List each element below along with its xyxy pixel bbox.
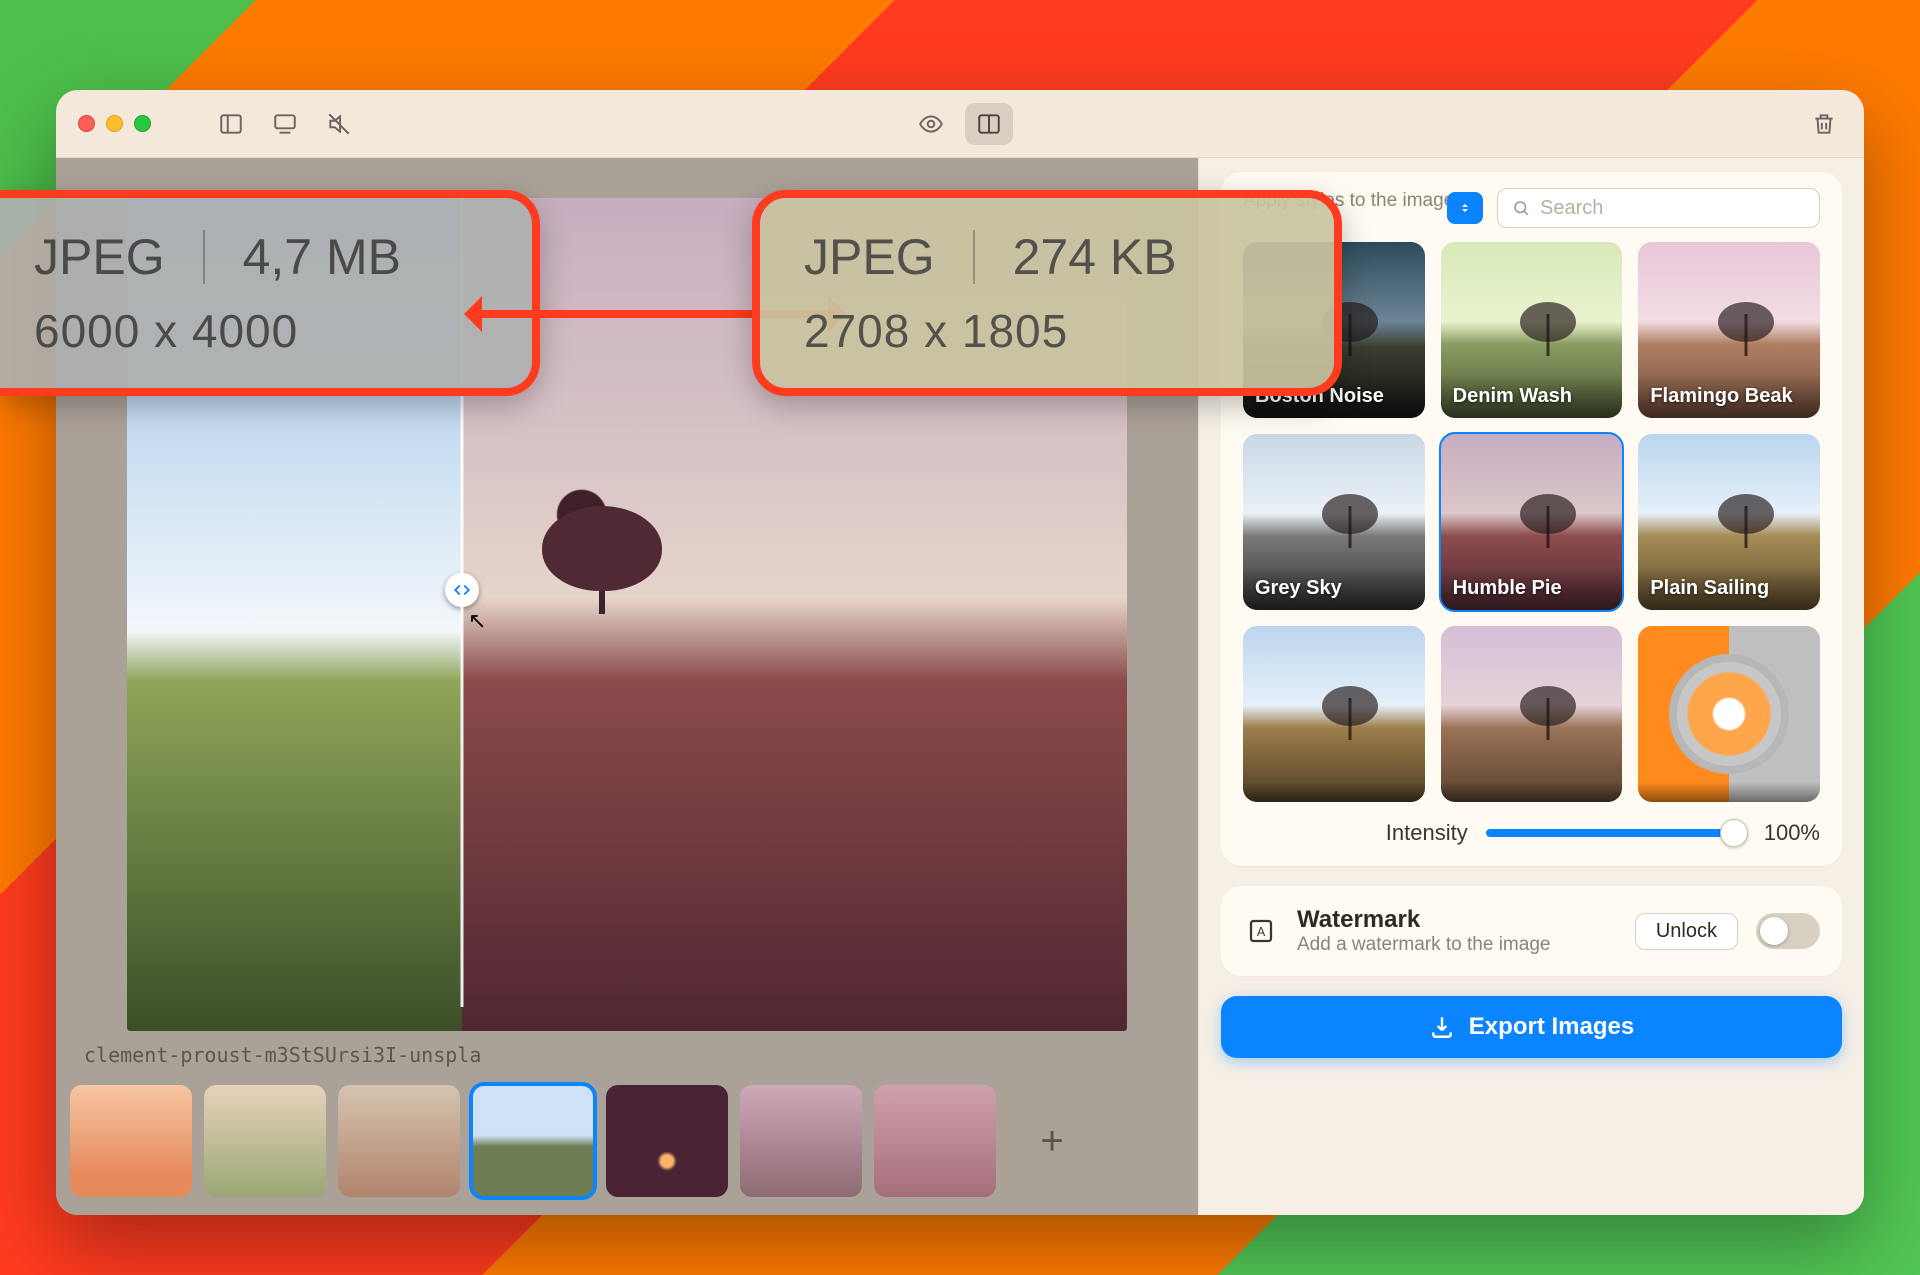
filename-label: clement-proust-m3StSUrsi3I-unspla [70,1031,1184,1071]
category-select[interactable] [1447,192,1483,224]
sidebar-left-icon[interactable] [213,106,249,142]
thumbnail[interactable] [874,1085,996,1197]
style-label [1441,782,1623,802]
style-label: Humble Pie [1441,567,1623,610]
style-search-input[interactable] [1540,197,1805,220]
close-window-button[interactable] [78,115,95,132]
thumbnail[interactable] [740,1085,862,1197]
speaker-off-icon[interactable] [321,106,357,142]
trash-icon[interactable] [1806,106,1842,142]
style-label: Flamingo Beak [1638,375,1820,418]
style-tile[interactable] [1243,626,1425,802]
export-button[interactable]: Export Images [1221,996,1842,1058]
style-label: Grey Sky [1243,567,1425,610]
divider [203,230,205,284]
intensity-value: 100% [1764,820,1820,846]
result-dimensions: 2708 x 1805 [804,304,1290,358]
style-tile[interactable]: Grey Sky [1243,434,1425,610]
original-info-callout: JPEG 4,7 MB 6000 x 4000 [0,190,540,396]
style-label: Denim Wash [1441,375,1623,418]
titlebar-center-controls [907,103,1013,145]
original-format: JPEG [34,228,165,286]
thumbnail[interactable] [472,1085,594,1197]
result-info-callout: JPEG 274 KB 2708 x 1805 [752,190,1342,396]
compare-mode-button[interactable] [965,103,1013,145]
display-icon[interactable] [267,106,303,142]
style-tile[interactable]: Flamingo Beak [1638,242,1820,418]
style-label [1243,782,1425,802]
style-label: Plain Sailing [1638,567,1820,610]
watermark-panel: A Watermark Add a watermark to the image… [1221,886,1842,976]
export-button-label: Export Images [1469,1013,1634,1041]
style-tile[interactable] [1441,626,1623,802]
result-size: 274 KB [1013,228,1177,286]
tree-decoration [567,506,637,576]
watermark-toggle[interactable] [1756,913,1820,949]
watermark-icon: A [1243,913,1279,949]
watermark-subtitle: Add a watermark to the image [1297,934,1617,956]
titlebar [56,90,1864,158]
minimize-window-button[interactable] [106,115,123,132]
intensity-label: Intensity [1386,820,1468,846]
thumbnail-strip: + [70,1071,1184,1201]
divider [973,230,975,284]
svg-text:A: A [1257,925,1266,939]
zoom-window-button[interactable] [134,115,151,132]
intensity-slider[interactable] [1486,829,1746,837]
style-tile[interactable]: Denim Wash [1441,242,1623,418]
thumbnail[interactable] [338,1085,460,1197]
original-dimensions: 6000 x 4000 [34,304,488,358]
style-tile[interactable]: Humble Pie [1441,434,1623,610]
result-format: JPEG [804,228,935,286]
compare-slider-handle[interactable] [445,573,479,607]
unlock-button[interactable]: Unlock [1635,913,1738,950]
style-search[interactable] [1497,188,1820,228]
thumbnail[interactable] [70,1085,192,1197]
original-size: 4,7 MB [243,228,401,286]
style-tile[interactable] [1638,626,1820,802]
thumbnail[interactable] [204,1085,326,1197]
preview-mode-button[interactable] [907,103,955,145]
cursor-icon: ↖︎ [468,608,486,634]
style-label [1638,782,1820,802]
watermark-title: Watermark [1297,906,1617,934]
add-image-button[interactable]: + [1022,1111,1082,1171]
thumbnail[interactable] [606,1085,728,1197]
intensity-row: Intensity 100% [1243,820,1820,846]
window-controls [78,115,151,132]
style-tile[interactable]: Plain Sailing [1638,434,1820,610]
